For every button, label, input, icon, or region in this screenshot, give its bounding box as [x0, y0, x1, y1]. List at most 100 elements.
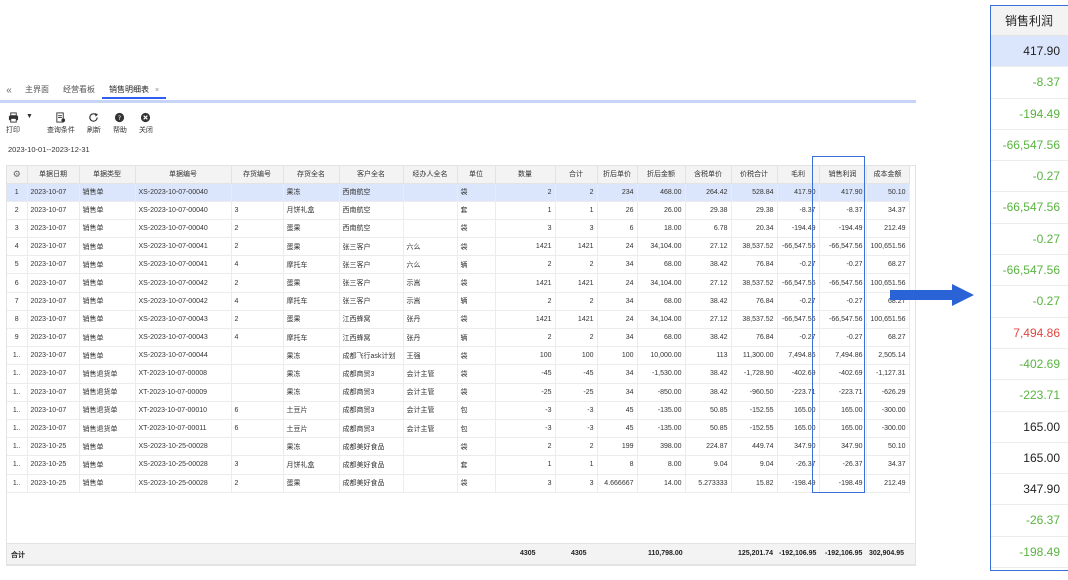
code-link[interactable]: XS-2023-10-07-00044	[135, 346, 232, 366]
handler-cell	[403, 219, 458, 239]
amount-cell: 26.00	[637, 201, 686, 220]
item-name-cell: 果冻	[283, 383, 340, 402]
code-link[interactable]: XS-2023-10-07-00042	[135, 292, 232, 311]
total-cell: 1	[555, 455, 598, 475]
column-header[interactable]: 单据类型	[79, 166, 136, 184]
type-cell: 销售单	[79, 201, 136, 220]
code-link[interactable]: XS-2023-10-07-00040	[135, 183, 232, 202]
table-row[interactable]: 1.. 2023-10-07 销售退货单 XT-2023-10-07-00010 6 土豆…	[7, 401, 910, 420]
item-no-cell: 6	[231, 401, 284, 420]
table-row[interactable]: 2 2023-10-07 销售单 XS-2023-10-07-00040 3 月饼礼盒 西南…	[7, 201, 910, 220]
unit-cell: 袋	[457, 219, 496, 239]
table-row[interactable]: 1.. 2023-10-25 销售单 XS-2023-10-25-00028 果冻 成都美…	[7, 437, 910, 457]
code-link[interactable]: XS-2023-10-07-00040	[135, 219, 232, 239]
row-number: 1..	[7, 364, 28, 384]
code-link[interactable]: XS-2023-10-07-00041	[135, 237, 232, 257]
table-row[interactable]: 1.. 2023-10-07 销售单 XS-2023-10-07-00044 果冻 成都飞…	[7, 346, 910, 366]
total-cell: 1421	[555, 273, 598, 293]
handler-cell	[403, 474, 458, 493]
close-tab-icon[interactable]: ×	[155, 87, 159, 94]
print-button[interactable]: 打印	[6, 112, 20, 135]
price-cell: 45	[597, 419, 638, 439]
tab-dashboard[interactable]: 经营看板	[56, 81, 102, 99]
tax-price-cell: 29.38	[685, 201, 732, 220]
zoom-profit-cell: 165.00	[991, 412, 1068, 443]
table-row[interactable]: 1.. 2023-10-07 销售退货单 XT-2023-10-07-00009 果冻成…	[7, 383, 910, 402]
code-link[interactable]: XT-2023-10-07-00010	[135, 401, 232, 420]
tax-price-cell: 38.42	[685, 383, 732, 402]
table-row[interactable]: 8 2023-10-07 销售单 XS-2023-10-07-00043 2 蛋果 江西蜂窝…	[7, 310, 910, 330]
column-header[interactable]: 存货编号	[231, 166, 284, 184]
date-cell: 2023-10-07	[27, 219, 80, 239]
column-header[interactable]: 折后单价	[597, 166, 638, 184]
zoom-header: 销售利润	[991, 6, 1068, 36]
column-header[interactable]: 单位	[457, 166, 496, 184]
table-row[interactable]: 9 2023-10-07 销售单 XS-2023-10-07-00043 4 摩托车 江西蜂…	[7, 328, 910, 348]
query-conditions-button[interactable]: 查询条件	[47, 112, 75, 135]
column-header[interactable]: 单据日期	[27, 166, 80, 184]
item-name-cell: 蛋果	[283, 474, 340, 493]
column-settings-icon[interactable]: ⚙	[7, 166, 28, 184]
column-header[interactable]: 价税合计	[731, 166, 778, 184]
tax-total-cell: 11,300.00	[731, 346, 778, 366]
date-cell: 2023-10-07	[27, 255, 80, 275]
amount-cell: 34,104.00	[637, 310, 686, 330]
close-button[interactable]: 关闭	[139, 112, 153, 135]
refresh-button[interactable]: 刷新	[87, 112, 101, 135]
column-header[interactable]: 含税单价	[685, 166, 732, 184]
price-cell: 34	[597, 364, 638, 384]
code-link[interactable]: XS-2023-10-07-00043	[135, 328, 232, 348]
handler-cell: 张丹	[403, 310, 458, 330]
code-link[interactable]: XS-2023-10-07-00043	[135, 310, 232, 330]
price-cell: 34	[597, 292, 638, 311]
column-header[interactable]: 合计	[555, 166, 598, 184]
code-link[interactable]: XS-2023-10-07-00040	[135, 201, 232, 220]
column-header[interactable]: 折后金额	[637, 166, 686, 184]
column-header[interactable]: 成本金额	[866, 166, 910, 184]
row-number: 6	[7, 273, 28, 293]
column-header[interactable]: 数量	[495, 166, 556, 184]
column-header[interactable]: 单据编号	[135, 166, 232, 184]
table-row[interactable]: 1.. 2023-10-07 销售退货单 XT-2023-10-07-00008 果冻成…	[7, 364, 910, 384]
code-link[interactable]: XS-2023-10-25-00028	[135, 455, 232, 475]
help-button[interactable]: ? 帮助	[113, 112, 127, 135]
table-row[interactable]: 7 2023-10-07 销售单 XS-2023-10-07-00042 4 摩托车 张三客…	[7, 292, 910, 311]
code-link[interactable]: XT-2023-10-07-00011	[135, 419, 232, 439]
item-name-cell: 土豆片	[283, 419, 340, 439]
table-row[interactable]: 3 2023-10-07 销售单 XS-2023-10-07-00040 2 蛋果 西南航空…	[7, 219, 910, 239]
unit-cell: 套	[457, 455, 496, 475]
column-header[interactable]: 经办人全名	[403, 166, 458, 184]
column-header[interactable]: 客户全名	[339, 166, 404, 184]
item-no-cell	[231, 364, 284, 384]
table-row[interactable]: 4 2023-10-07 销售单 XS-2023-10-07-00041 2 蛋果 张三客户…	[7, 237, 910, 257]
code-link[interactable]: XS-2023-10-07-00042	[135, 273, 232, 293]
table-row[interactable]: 1.. 2023-10-07 销售退货单 XT-2023-10-07-00011 6 土豆…	[7, 419, 910, 439]
code-link[interactable]: XS-2023-10-25-00028	[135, 474, 232, 493]
print-label: 打印	[6, 127, 20, 134]
tab-sales-detail[interactable]: 销售明细表 ×	[102, 81, 167, 99]
unit-cell: 袋	[457, 237, 496, 257]
code-link[interactable]: XT-2023-10-07-00009	[135, 383, 232, 402]
sales-detail-grid: ⚙ 单据日期 单据类型 单据编号 存货编号 存货全名 客户全名 经办人全名 单位…	[6, 165, 916, 566]
tab-home[interactable]: 主界面	[18, 81, 56, 99]
amount-cell: 34,104.00	[637, 273, 686, 293]
cost-cell: 100,651.56	[866, 237, 910, 257]
column-header[interactable]: 存货全名	[283, 166, 340, 184]
table-row[interactable]: 1.. 2023-10-25 销售单 XS-2023-10-25-00028 3 月饼礼盒…	[7, 455, 910, 475]
table-row[interactable]: 5 2023-10-07 销售单 XS-2023-10-07-00041 4 摩托车 张三客…	[7, 255, 910, 275]
gear-icon: ⚙	[12, 168, 21, 179]
table-row[interactable]: 1.. 2023-10-25 销售单 XS-2023-10-25-00028 2 蛋果 成都…	[7, 474, 910, 493]
date-cell: 2023-10-07	[27, 383, 80, 402]
table-row[interactable]: 1 2023-10-07 销售单 XS-2023-10-07-00040 果冻 西南航空 袋…	[7, 183, 910, 202]
collapse-tabs-icon[interactable]: «	[0, 85, 18, 96]
zoom-profit-cell: -8.37	[991, 67, 1068, 99]
price-cell: 34	[597, 328, 638, 348]
zoom-values: 417.90 -8.37 -194.49 -66,547.56 -0.27 -66,547…	[991, 36, 1068, 569]
customer-cell: 江西蜂窝	[339, 310, 404, 330]
table-row[interactable]: 6 2023-10-07 销售单 XS-2023-10-07-00042 2 蛋果 张三客户…	[7, 273, 910, 293]
print-dropdown-icon[interactable]: ▼	[26, 112, 33, 122]
date-cell: 2023-10-07	[27, 328, 80, 348]
code-link[interactable]: XS-2023-10-07-00041	[135, 255, 232, 275]
code-link[interactable]: XT-2023-10-07-00008	[135, 364, 232, 384]
code-link[interactable]: XS-2023-10-25-00028	[135, 437, 232, 457]
